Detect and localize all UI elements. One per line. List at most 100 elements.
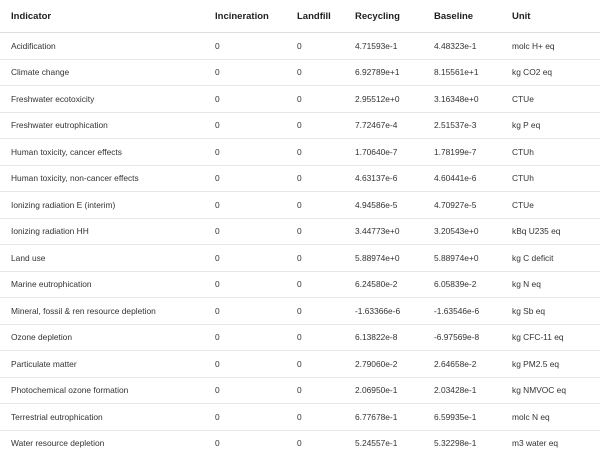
table-row: Freshwater ecotoxicity002.95512e+03.1634…: [0, 86, 600, 113]
baseline-cell: 6.59935e-1: [423, 404, 501, 431]
column-header-baseline: Baseline: [423, 0, 501, 33]
incineration-cell: 0: [204, 86, 286, 113]
baseline-cell: 1.78199e-7: [423, 139, 501, 166]
unit-cell: kg P eq: [501, 112, 600, 139]
baseline-cell: 4.70927e-5: [423, 192, 501, 219]
baseline-cell: 5.32298e-1: [423, 430, 501, 456]
incineration-cell: 0: [204, 112, 286, 139]
recycling-cell: 1.70640e-7: [344, 139, 423, 166]
unit-cell: molc H+ eq: [501, 33, 600, 60]
baseline-cell: 2.64658e-2: [423, 351, 501, 378]
indicator-cell: Ionizing radiation HH: [0, 218, 204, 245]
recycling-cell: 6.24580e-2: [344, 271, 423, 298]
unit-cell: kg NMVOC eq: [501, 377, 600, 404]
indicator-cell: Acidification: [0, 33, 204, 60]
unit-cell: CTUh: [501, 139, 600, 166]
table-row: Human toxicity, cancer effects001.70640e…: [0, 139, 600, 166]
recycling-cell: 2.95512e+0: [344, 86, 423, 113]
column-header-indicator: Indicator: [0, 0, 204, 33]
recycling-cell: 7.72467e-4: [344, 112, 423, 139]
indicator-cell: Marine eutrophication: [0, 271, 204, 298]
indicator-cell: Climate change: [0, 59, 204, 86]
landfill-cell: 0: [286, 245, 344, 272]
incineration-cell: 0: [204, 271, 286, 298]
table-row: Marine eutrophication006.24580e-26.05839…: [0, 271, 600, 298]
table-row: Photochemical ozone formation002.06950e-…: [0, 377, 600, 404]
landfill-cell: 0: [286, 112, 344, 139]
unit-cell: kg N eq: [501, 271, 600, 298]
column-header-incineration: Incineration: [204, 0, 286, 33]
incineration-cell: 0: [204, 377, 286, 404]
incineration-cell: 0: [204, 298, 286, 325]
landfill-cell: 0: [286, 324, 344, 351]
indicator-cell: Human toxicity, cancer effects: [0, 139, 204, 166]
landfill-cell: 0: [286, 192, 344, 219]
incineration-cell: 0: [204, 430, 286, 456]
indicator-cell: Photochemical ozone formation: [0, 377, 204, 404]
recycling-cell: 6.77678e-1: [344, 404, 423, 431]
landfill-cell: 0: [286, 298, 344, 325]
landfill-cell: 0: [286, 33, 344, 60]
recycling-cell: 6.92789e+1: [344, 59, 423, 86]
recycling-cell: -1.63366e-6: [344, 298, 423, 325]
baseline-cell: 2.51537e-3: [423, 112, 501, 139]
landfill-cell: 0: [286, 86, 344, 113]
table-row: Particulate matter002.79060e-22.64658e-2…: [0, 351, 600, 378]
unit-cell: kg Sb eq: [501, 298, 600, 325]
table-row: Freshwater eutrophication007.72467e-42.5…: [0, 112, 600, 139]
table-row: Ionizing radiation HH003.44773e+03.20543…: [0, 218, 600, 245]
indicator-cell: Ionizing radiation E (interim): [0, 192, 204, 219]
landfill-cell: 0: [286, 59, 344, 86]
column-header-landfill: Landfill: [286, 0, 344, 33]
unit-cell: CTUh: [501, 165, 600, 192]
unit-cell: kg CO2 eq: [501, 59, 600, 86]
baseline-cell: 3.20543e+0: [423, 218, 501, 245]
indicator-cell: Human toxicity, non-cancer effects: [0, 165, 204, 192]
indicator-cell: Freshwater ecotoxicity: [0, 86, 204, 113]
incineration-cell: 0: [204, 324, 286, 351]
landfill-cell: 0: [286, 404, 344, 431]
incineration-cell: 0: [204, 404, 286, 431]
incineration-cell: 0: [204, 139, 286, 166]
incineration-cell: 0: [204, 33, 286, 60]
baseline-cell: 4.60441e-6: [423, 165, 501, 192]
table-row: Climate change006.92789e+18.15561e+1kg C…: [0, 59, 600, 86]
table-row: Acidification004.71593e-14.48323e-1molc …: [0, 33, 600, 60]
indicator-cell: Particulate matter: [0, 351, 204, 378]
indicator-cell: Water resource depletion: [0, 430, 204, 456]
incineration-cell: 0: [204, 245, 286, 272]
table-header: Indicator Incineration Landfill Recyclin…: [0, 0, 600, 33]
incineration-cell: 0: [204, 351, 286, 378]
landfill-cell: 0: [286, 377, 344, 404]
unit-cell: kg C deficit: [501, 245, 600, 272]
landfill-cell: 0: [286, 218, 344, 245]
results-table: Indicator Incineration Landfill Recyclin…: [0, 0, 600, 456]
indicator-cell: Land use: [0, 245, 204, 272]
column-header-unit: Unit: [501, 0, 600, 33]
baseline-cell: -6.97569e-8: [423, 324, 501, 351]
recycling-cell: 2.79060e-2: [344, 351, 423, 378]
unit-cell: CTUe: [501, 192, 600, 219]
table-row: Mineral, fossil & ren resource depletion…: [0, 298, 600, 325]
unit-cell: CTUe: [501, 86, 600, 113]
unit-cell: m3 water eq: [501, 430, 600, 456]
landfill-cell: 0: [286, 271, 344, 298]
baseline-cell: 8.15561e+1: [423, 59, 501, 86]
indicator-cell: Ozone depletion: [0, 324, 204, 351]
table-row: Human toxicity, non-cancer effects004.63…: [0, 165, 600, 192]
incineration-cell: 0: [204, 218, 286, 245]
landfill-cell: 0: [286, 139, 344, 166]
header-row: Indicator Incineration Landfill Recyclin…: [0, 0, 600, 33]
table-row: Water resource depletion005.24557e-15.32…: [0, 430, 600, 456]
baseline-cell: 5.88974e+0: [423, 245, 501, 272]
recycling-cell: 5.24557e-1: [344, 430, 423, 456]
baseline-cell: -1.63546e-6: [423, 298, 501, 325]
column-header-recycling: Recycling: [344, 0, 423, 33]
recycling-cell: 4.94586e-5: [344, 192, 423, 219]
recycling-cell: 3.44773e+0: [344, 218, 423, 245]
baseline-cell: 4.48323e-1: [423, 33, 501, 60]
table-row: Terrestrial eutrophication006.77678e-16.…: [0, 404, 600, 431]
recycling-cell: 2.06950e-1: [344, 377, 423, 404]
unit-cell: kBq U235 eq: [501, 218, 600, 245]
unit-cell: molc N eq: [501, 404, 600, 431]
